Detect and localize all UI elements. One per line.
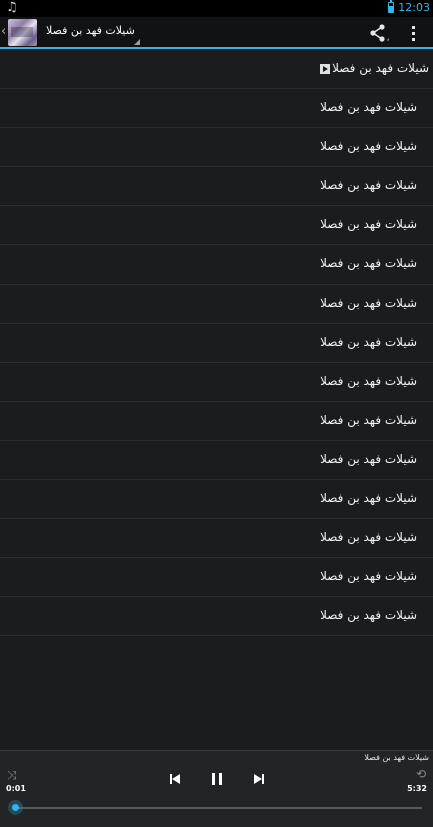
playlist-item-label: شيلات فهد بن فصلا xyxy=(320,491,417,505)
playlist: شيلات فهد بن فصلا شيلات فهد بن فصلا شيلات … xyxy=(0,50,433,637)
playlist-item-text: شيلات فهد بن فصلا xyxy=(320,491,417,506)
playlist-item-text: شيلات فهد بن فصلا xyxy=(320,373,417,388)
action-bar: ‹ شيلات فهد بن فصلا xyxy=(0,17,433,49)
playlist-item-text: شيلات فهد بن فصلا xyxy=(320,178,417,193)
playlist-item[interactable]: شيلات فهد بن فصلا xyxy=(0,245,433,285)
playlist-item-text: شيلات فهد بن فصلا xyxy=(320,217,417,232)
playlist-item-text: شيلات فهد بن فصلا xyxy=(320,530,417,545)
skip-previous-icon xyxy=(170,774,180,784)
title-spinner[interactable]: شيلات فهد بن فصلا xyxy=(46,23,140,45)
playlist-item[interactable]: شيلات فهد بن فصلا xyxy=(0,285,433,324)
pause-icon xyxy=(212,773,222,785)
playlist-item[interactable]: شيلات فهد بن فصلا xyxy=(0,363,433,402)
playlist-item-label: شيلات فهد بن فصلا xyxy=(320,217,417,231)
playlist-item-label: شيلات فهد بن فصلا xyxy=(320,413,417,427)
app-icon[interactable] xyxy=(8,19,37,46)
playlist-item-label: شيلات فهد بن فصلا xyxy=(320,256,417,270)
status-bar: ♫ 12:03 xyxy=(0,0,433,17)
up-caret-icon[interactable]: ‹ xyxy=(1,24,6,39)
playlist-item[interactable]: شيلات فهد بن فصلا xyxy=(0,89,433,129)
playlist-item[interactable]: شيلات فهد بن فصلا xyxy=(0,558,433,598)
music-note-icon: ♫ xyxy=(6,0,18,15)
seek-bar[interactable] xyxy=(14,807,422,809)
playlist-item[interactable]: شيلات فهد بن فصلا xyxy=(0,519,433,559)
playlist-item-text: شيلات فهد بن فصلا xyxy=(320,412,417,427)
previous-button[interactable] xyxy=(167,771,183,785)
playlist-item[interactable]: شيلات فهد بن فصلا xyxy=(0,480,433,520)
share-button[interactable] xyxy=(367,22,390,44)
playlist-item-text: شيلات فهد بن فصلا xyxy=(320,139,417,154)
elapsed-time: 0:01 xyxy=(6,784,26,793)
playlist-item-label: شيلات فهد بن فصلا xyxy=(320,452,417,466)
playlist-item-label: شيلات فهد بن فصلا xyxy=(320,374,417,388)
shuffle-icon[interactable]: ⤨ xyxy=(7,768,17,783)
next-button[interactable] xyxy=(251,771,267,785)
playlist-item[interactable]: شيلات فهد بن فصلا xyxy=(0,50,433,90)
status-time: 12:03 xyxy=(398,1,430,14)
total-duration: 5:32 xyxy=(407,784,427,793)
playlist-item-text: شيلات فهد بن فصلا xyxy=(320,100,417,115)
playlist-item[interactable]: شيلات فهد بن فصلا xyxy=(0,441,433,481)
playlist-item-label: شيلات فهد بن فصلا xyxy=(320,608,417,622)
playlist-item-text: شيلات فهد بن فصلا xyxy=(320,334,417,349)
playlist-item[interactable]: شيلات فهد بن فصلا xyxy=(0,167,433,207)
playlist-item[interactable]: شيلات فهد بن فصلا xyxy=(0,128,433,168)
battery-icon xyxy=(388,0,395,13)
playlist-item[interactable]: شيلات فهد بن فصلا xyxy=(0,597,433,637)
repeat-icon[interactable]: ⟲ xyxy=(416,767,426,781)
now-playing-title: شيلات فهد بن فصلا xyxy=(364,753,429,762)
playlist-item-text: شيلات فهد بن فصلا xyxy=(320,451,417,466)
playlist-item-text: شيلات فهد بن فصلا xyxy=(320,295,417,310)
playlist-item-label: شيلات فهد بن فصلا xyxy=(320,335,417,349)
playlist-item-text: شيلات فهد بن فصلا xyxy=(320,569,417,584)
playlist-item-text: شيلات فهد بن فصلا xyxy=(332,61,429,75)
share-icon xyxy=(370,24,390,42)
overflow-dot xyxy=(412,38,415,41)
playlist-item-label: شيلات فهد بن فصلا xyxy=(320,569,417,583)
playlist-item-label: شيلات فهد بن فصلا xyxy=(320,530,417,544)
status-right: 12:03 xyxy=(388,0,430,14)
seek-thumb[interactable] xyxy=(8,800,24,815)
playlist-item[interactable]: شيلات فهد بن فصلا xyxy=(0,206,433,246)
pause-button[interactable] xyxy=(209,771,225,785)
playlist-item-text: شيلات فهد بن فصلا xyxy=(320,256,417,271)
playlist-item[interactable]: شيلات فهد بن فصلا xyxy=(0,324,433,363)
skip-next-icon xyxy=(254,774,264,784)
spinner-indicator-icon xyxy=(134,39,140,45)
playlist-item[interactable]: شيلات فهد بن فصلا xyxy=(0,402,433,441)
playlist-item-label: شيلات فهد بن فصلا xyxy=(320,178,417,192)
playlist-item-text: شيلات فهد بن فصلا xyxy=(320,608,417,623)
player-bar: شيلات فهد بن فصلا ⤨ ⟲ 0:01 5:32 xyxy=(0,750,433,827)
playlist-item-label: شيلات فهد بن فصلا xyxy=(320,296,417,310)
overflow-dot xyxy=(412,32,415,35)
overflow-dot xyxy=(412,26,415,29)
app-title: شيلات فهد بن فصلا xyxy=(46,24,135,37)
playlist-item-label: شيلات فهد بن فصلا xyxy=(320,139,417,153)
overflow-menu-button[interactable] xyxy=(405,22,423,44)
playlist-item-label: شيلات فهد بن فصلا xyxy=(320,61,429,75)
now-playing-icon xyxy=(320,63,331,74)
playlist-item-label: شيلات فهد بن فصلا xyxy=(320,100,417,114)
